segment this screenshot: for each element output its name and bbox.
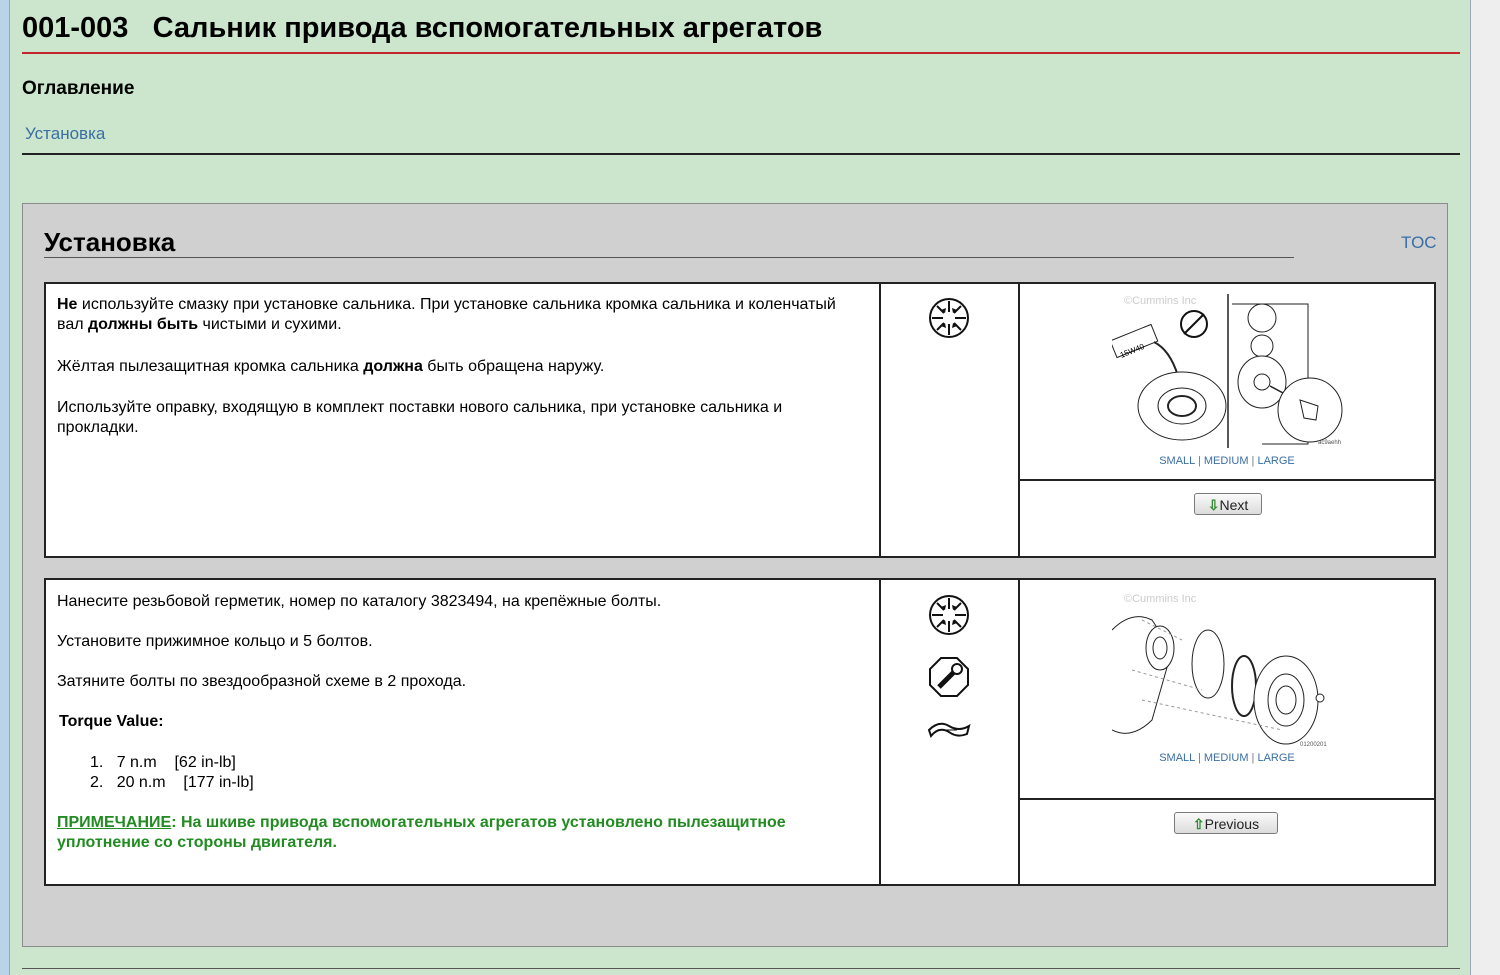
step-text-cell: Не используйте смазку при установке саль… xyxy=(46,284,881,556)
torque-value-item: 2. 20 n.m [177 in-lb] xyxy=(90,774,254,791)
size-large-link[interactable]: LARGE xyxy=(1257,752,1294,764)
arrow-down-icon: ⇩ xyxy=(1207,497,1220,513)
previous-button[interactable]: ⇧Previous xyxy=(1174,812,1278,834)
section-installation: Установка TOC Не используйте смазку при … xyxy=(22,203,1448,947)
step-text-cell: Нанесите резьбовой герметик, номер по ка… xyxy=(46,580,881,884)
parts-puzzle-icon xyxy=(929,595,969,635)
size-small-link[interactable]: SMALL xyxy=(1159,752,1195,764)
toc-link-installation[interactable]: Установка xyxy=(25,124,105,144)
toc-divider xyxy=(22,153,1460,155)
size-medium-link[interactable]: MEDIUM xyxy=(1204,752,1249,764)
arrow-up-icon: ⇧ xyxy=(1192,816,1205,832)
document-page: 001-003 Сальник привода вспомогательных … xyxy=(10,0,1470,975)
torque-wrench-icon xyxy=(929,657,969,697)
bottom-divider xyxy=(22,968,1460,969)
title-text: Сальник привода вспомогательных агрегато… xyxy=(152,12,823,44)
step-image-cell: ©Cummins Inc 01200201 SMALL | MEDIUM | L… xyxy=(1020,580,1434,884)
svg-text:©Cummins Inc: ©Cummins Inc xyxy=(1124,593,1197,605)
svg-text:©Cummins Inc: ©Cummins Inc xyxy=(1124,295,1197,307)
torque-value-item: 1. 7 n.m [62 in-lb] xyxy=(90,754,236,771)
svg-text:ac9aehh: ac9aehh xyxy=(1318,440,1341,446)
procedure-step-2: Нанесите резьбовой герметик, номер по ка… xyxy=(44,578,1436,886)
retainer-ring-illustration[interactable]: ©Cummins Inc 01200201 xyxy=(1112,590,1344,748)
scrollbar-track[interactable] xyxy=(1470,0,1500,975)
toc-heading: Оглавление xyxy=(22,78,135,99)
torque-value-heading: Torque Value: xyxy=(59,713,164,730)
next-button[interactable]: ⇩Next xyxy=(1194,493,1262,515)
title-code: 001-003 xyxy=(22,12,129,44)
step-icons-cell xyxy=(881,580,1020,884)
section-divider xyxy=(44,257,1294,258)
note-paragraph: ПРИМЕЧАНИЕ: На шкиве привода вспомогател… xyxy=(57,814,786,851)
size-medium-link[interactable]: MEDIUM xyxy=(1204,455,1249,467)
note-label: ПРИМЕЧАНИЕ xyxy=(57,814,172,831)
toc-back-link[interactable]: TOC xyxy=(1401,233,1437,253)
step-paragraph: Не используйте смазку при установке саль… xyxy=(57,296,836,333)
image-size-links: SMALL | MEDIUM | LARGE xyxy=(1159,455,1295,467)
left-frame-border xyxy=(0,0,10,975)
procedure-step-1: Не используйте смазку при установке саль… xyxy=(44,282,1436,558)
size-large-link[interactable]: LARGE xyxy=(1257,455,1294,467)
step-paragraph: Жёлтая пылезащитная кромка сальника долж… xyxy=(57,358,605,375)
step-paragraph: Используйте оправку, входящую в комплект… xyxy=(57,399,783,436)
title-divider xyxy=(22,52,1460,54)
step-paragraph: Затяните болты по звездообразной схеме в… xyxy=(57,673,467,690)
step-image-cell: ©Cummins Inc 15W40 ac9aehh SMALL | MEDIU… xyxy=(1020,284,1434,556)
seal-installation-illustration[interactable]: ©Cummins Inc 15W40 ac9aehh xyxy=(1112,294,1344,448)
image-size-links: SMALL | MEDIUM | LARGE xyxy=(1159,752,1295,764)
parts-puzzle-icon xyxy=(929,298,969,338)
svg-text:01200201: 01200201 xyxy=(1300,742,1327,748)
section-title: Установка xyxy=(44,227,176,257)
step-paragraph: Установите прижимное кольцо и 5 болтов. xyxy=(57,633,373,650)
page-title: 001-003 Сальник привода вспомогательных … xyxy=(22,12,822,45)
step-icons-cell xyxy=(881,284,1020,556)
sealant-icon xyxy=(927,722,971,739)
size-small-link[interactable]: SMALL xyxy=(1159,455,1195,467)
step-paragraph: Нанесите резьбовой герметик, номер по ка… xyxy=(57,593,662,610)
torque-value-list: 1. 7 n.m [62 in-lb] 2. 20 n.m [177 in-lb… xyxy=(90,753,254,793)
